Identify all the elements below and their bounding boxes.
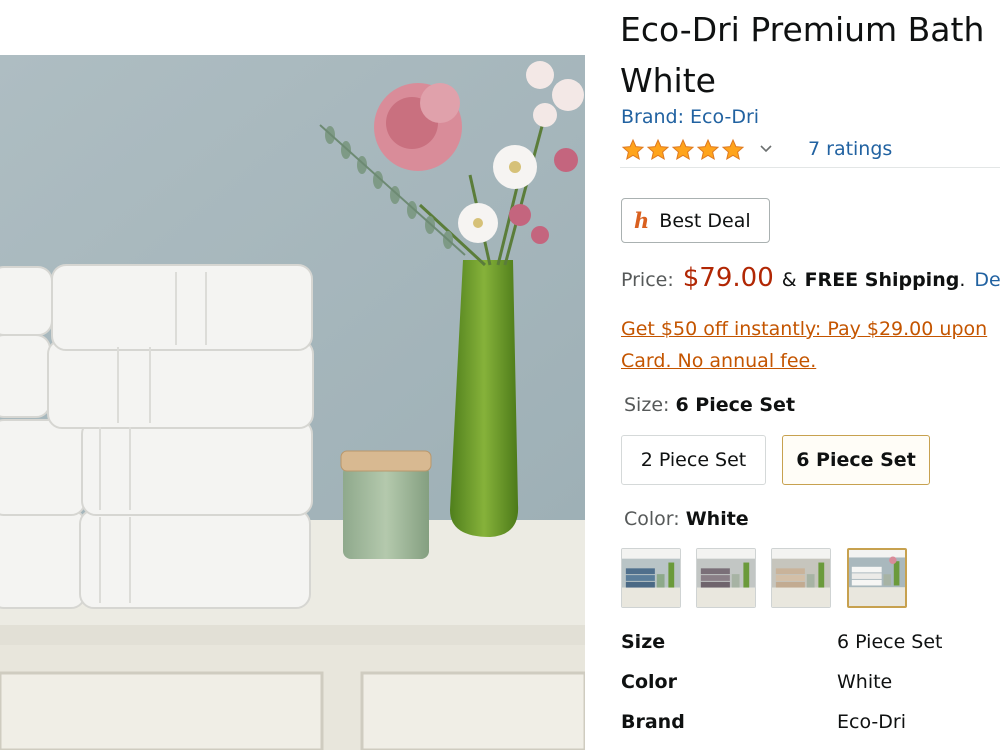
- spec-value: 6 Piece Set: [837, 631, 943, 653]
- price-ampersand: &: [781, 269, 797, 291]
- price-period: .: [959, 269, 966, 291]
- spec-key: Size: [621, 631, 666, 653]
- spec-key: Brand: [621, 711, 685, 733]
- gray-towels-thumbnail: [697, 549, 755, 607]
- star-icon: [696, 138, 720, 161]
- color-selector-label: Color: White: [624, 508, 749, 530]
- size-option-2-piece[interactable]: 2 Piece Set: [621, 435, 766, 485]
- color-selected-value: White: [685, 508, 749, 530]
- price-label: Price:: [621, 269, 674, 291]
- shipping-details-link[interactable]: Det: [974, 269, 1000, 291]
- size-selected-value: 6 Piece Set: [675, 394, 796, 416]
- best-deal-label: Best Deal: [659, 209, 751, 232]
- price-value: $79.00: [682, 263, 774, 293]
- white-towels-thumbnail: [849, 550, 905, 606]
- color-swatch-blue[interactable]: [621, 548, 681, 608]
- size-label: Size:: [624, 394, 676, 416]
- promo-line-1: Get $50 off instantly: Pay $29.00 upon: [621, 318, 988, 340]
- product-photo-illustration: [0, 55, 585, 750]
- card-promo-link[interactable]: Get $50 off instantly: Pay $29.00 upon C…: [621, 313, 1000, 377]
- blue-towels-thumbnail: [622, 549, 680, 607]
- honey-icon: h: [634, 208, 650, 233]
- star-rating[interactable]: [621, 137, 745, 163]
- color-swatch-white[interactable]: [847, 548, 907, 608]
- product-info-panel: Eco-Dri Premium Bath White Brand: Eco-Dr…: [620, 0, 1000, 750]
- ratings-count-link[interactable]: 7 ratings: [808, 138, 892, 160]
- color-swatch-beige[interactable]: [771, 548, 831, 608]
- price-row: Price: $79.00 & FREE Shipping. Det: [621, 263, 1000, 293]
- star-icon: [646, 138, 670, 161]
- promo-line-2: Card. No annual fee.: [621, 350, 817, 372]
- product-title-line-2: White: [620, 61, 716, 100]
- divider: [620, 167, 1000, 168]
- star-icon: [621, 138, 645, 161]
- size-option-6-piece[interactable]: 6 Piece Set: [782, 435, 930, 485]
- best-deal-badge[interactable]: h Best Deal: [621, 198, 770, 243]
- star-icon: [721, 138, 745, 161]
- brand-link[interactable]: Brand: Eco-Dri: [621, 106, 759, 128]
- star-icon: [671, 138, 695, 161]
- free-shipping-text: FREE Shipping: [804, 269, 960, 291]
- spec-value: White: [837, 671, 893, 693]
- color-swatch-gray[interactable]: [696, 548, 756, 608]
- beige-towels-thumbnail: [772, 549, 830, 607]
- spec-value: Eco-Dri: [837, 711, 907, 733]
- product-image[interactable]: [0, 55, 585, 750]
- spec-key: Color: [621, 671, 677, 693]
- size-selector-label: Size: 6 Piece Set: [624, 394, 795, 416]
- color-label: Color:: [624, 508, 686, 530]
- product-title: Eco-Dri Premium Bath White: [620, 4, 1000, 106]
- chevron-down-icon[interactable]: [760, 139, 774, 159]
- product-title-line-1: Eco-Dri Premium Bath: [620, 10, 985, 49]
